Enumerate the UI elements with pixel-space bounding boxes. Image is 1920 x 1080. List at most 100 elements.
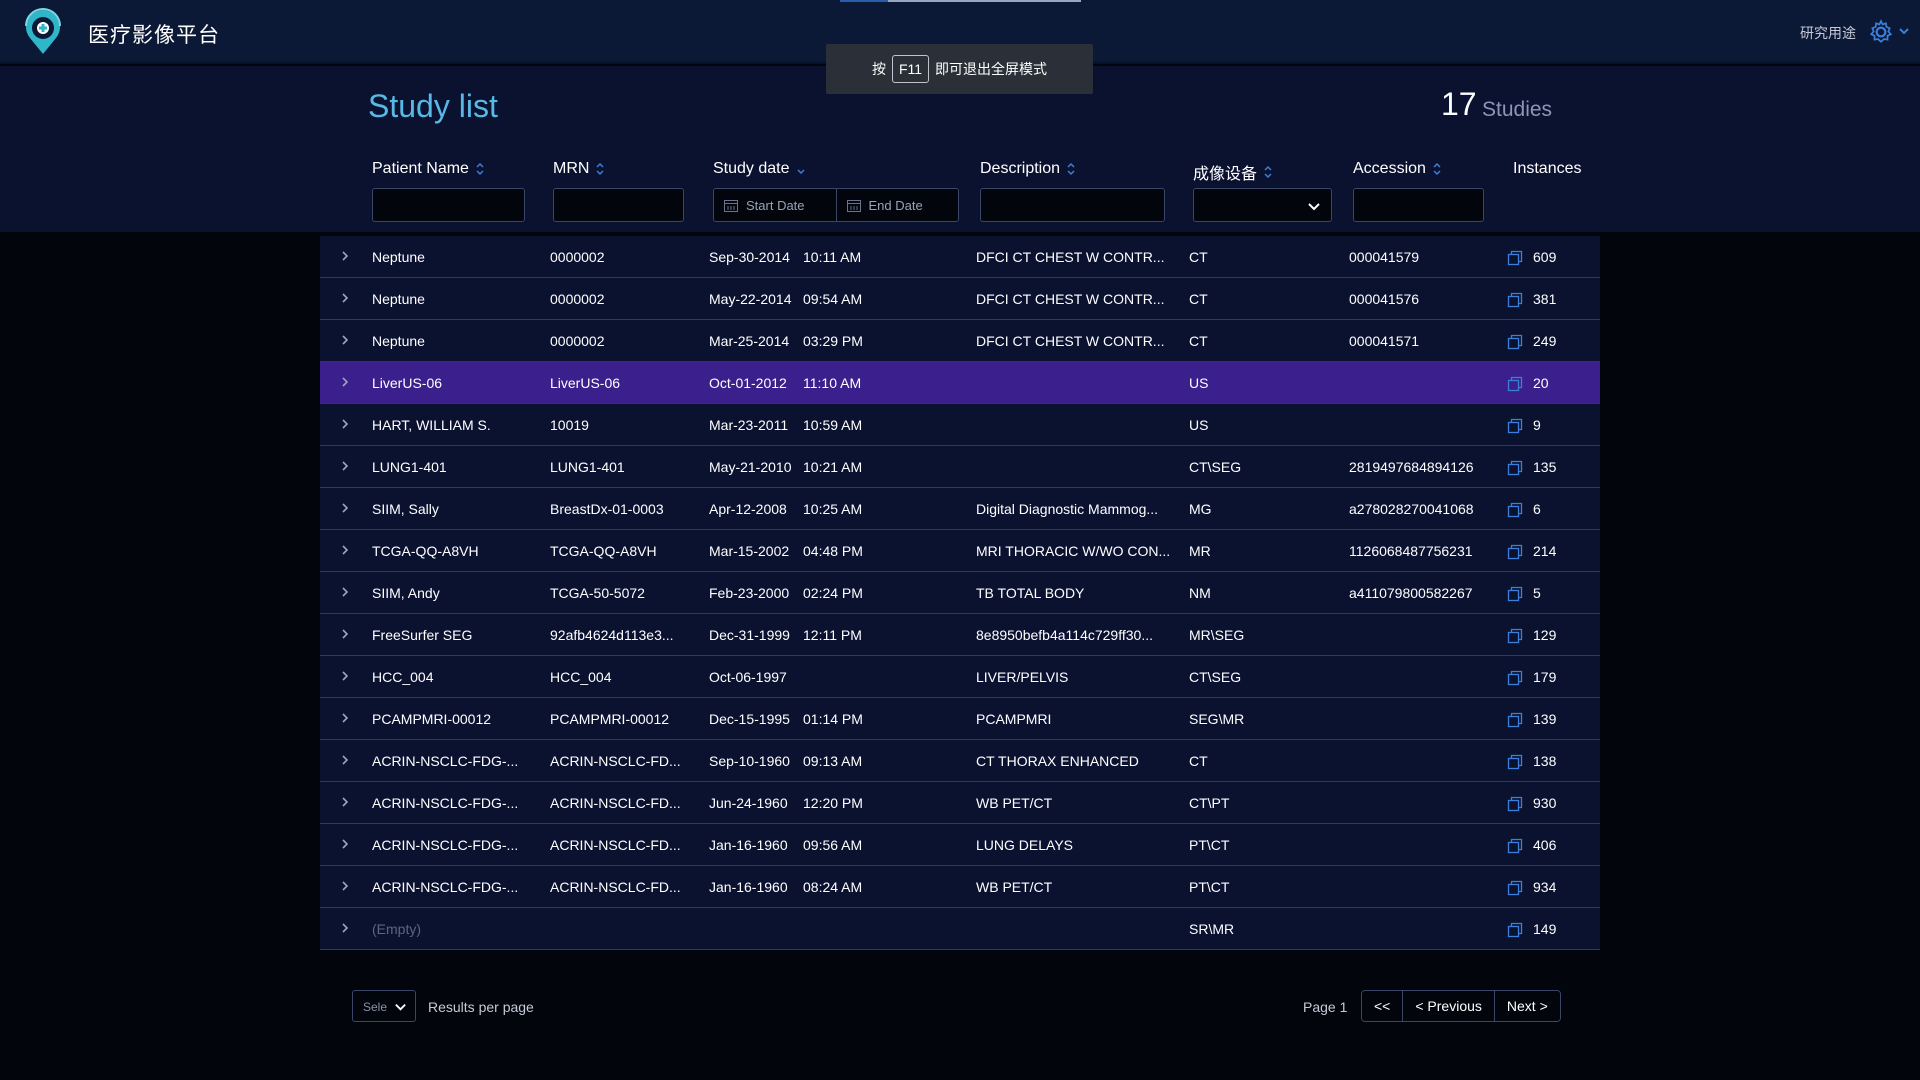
study-time-cell: 10:25 AM [803,501,863,517]
table-row[interactable]: SIIM, Sally BreastDx-01-0003 Apr-12-2008 10… [320,488,1600,530]
browser-tab-indicator-light [888,0,1081,2]
study-date-range-filter[interactable]: Start Date End Date [713,188,959,222]
description-cell: MRI THORACIC W/WO CON... [976,543,1171,559]
column-header-modality[interactable]: 成像设备 [1193,160,1273,184]
patient-name-cell: HCC_004 [372,669,434,685]
column-header-accession[interactable]: Accession [1353,160,1442,178]
instances-cell: 129 [1533,627,1557,643]
study-time-cell: 11:10 AM [803,375,862,391]
table-row[interactable]: Neptune 0000002 Mar-25-2014 03:29 PM DFCI CT… [320,320,1600,362]
table-row[interactable]: ACRIN-NSCLC-FDG-... ACRIN-NSCLC-FD... Jan-… [320,866,1600,908]
modality-cell: US [1189,417,1209,433]
gear-icon[interactable] [1868,19,1894,45]
accession-cell: a411079800582267 [1349,585,1473,601]
chevron-right-icon[interactable] [338,711,352,725]
logo-icon[interactable] [18,8,68,56]
table-row[interactable]: TCGA-QQ-A8VH TCGA-QQ-A8VH Mar-15-2002 04:48… [320,530,1600,572]
chevron-down-icon [1308,203,1320,211]
modality-cell: CT [1189,291,1208,307]
table-row[interactable]: ACRIN-NSCLC-FDG-... ACRIN-NSCLC-FD... Jun-… [320,782,1600,824]
table-row[interactable]: (Empty) SR\MR 149 [320,908,1600,950]
chevron-right-icon[interactable] [338,669,352,683]
instances-icon [1507,544,1523,560]
chevron-right-icon[interactable] [338,375,352,389]
study-table: Neptune 0000002 Sep-30-2014 10:11 AM DFCI CT… [320,236,1600,950]
study-time-cell: 10:21 AM [803,459,863,475]
chevron-right-icon[interactable] [338,543,352,557]
modality-filter-select[interactable] [1193,188,1332,222]
previous-page-button[interactable]: < Previous [1402,991,1494,1021]
chevron-right-icon[interactable] [338,585,352,599]
sort-icon [476,162,484,176]
study-date-cell: Jun-24-1960 [709,795,788,811]
study-date-cell: Dec-15-1995 [709,711,790,727]
chevron-right-icon[interactable] [338,333,352,347]
next-page-button[interactable]: Next > [1493,991,1560,1021]
table-row[interactable]: Neptune 0000002 May-22-2014 09:54 AM DFCI CT… [320,278,1600,320]
column-header-study-date[interactable]: Study date [713,160,806,178]
instances-icon [1507,586,1523,602]
end-date-field[interactable]: End Date [835,189,959,221]
table-row[interactable]: Neptune 0000002 Sep-30-2014 10:11 AM DFCI CT… [320,236,1600,278]
patient-name-cell: (Empty) [372,921,421,937]
table-row[interactable]: ACRIN-NSCLC-FDG-... ACRIN-NSCLC-FD... Sep-… [320,740,1600,782]
results-per-page-select[interactable]: Sele [352,990,416,1022]
study-date-cell: Jan-16-1960 [709,879,788,895]
instances-icon [1507,502,1523,518]
accession-filter[interactable] [1353,188,1484,222]
study-date-cell: Oct-06-1997 [709,669,787,685]
instances-cell: 214 [1533,543,1557,559]
research-use-label: 研究用途 [1800,25,1856,41]
modality-cell: PT\CT [1189,837,1230,853]
column-header-patient-name[interactable]: Patient Name [372,160,485,178]
accession-cell: 2819497684894126 [1349,459,1474,475]
column-header-description[interactable]: Description [980,160,1076,178]
mrn-cell: 0000002 [550,333,605,349]
table-row[interactable]: ACRIN-NSCLC-FDG-... ACRIN-NSCLC-FD... Jan-… [320,824,1600,866]
mrn-filter[interactable] [553,188,684,222]
instances-icon [1507,670,1523,686]
chevron-down-icon[interactable] [1897,24,1911,38]
table-row[interactable]: FreeSurfer SEG 92afb4624d113e3... Dec-31-1… [320,614,1600,656]
chevron-right-icon[interactable] [338,795,352,809]
description-cell: Digital Diagnostic Mammog... [976,501,1159,517]
chevron-right-icon[interactable] [338,837,352,851]
instances-cell: 406 [1533,837,1557,853]
patient-name-cell: PCAMPMRI-00012 [372,711,492,727]
instances-icon [1507,460,1523,476]
chevron-right-icon[interactable] [338,417,352,431]
sort-descending-icon [796,169,805,175]
patient-name-cell: LUNG1-401 [372,459,447,475]
browser-tab-indicator [840,0,888,2]
table-row[interactable]: HART, WILLIAM S. 10019 Mar-23-2011 10:59 AM… [320,404,1600,446]
table-row[interactable]: HCC_004 HCC_004 Oct-06-1997 LIVER/PELVIS CT\… [320,656,1600,698]
table-row[interactable]: SIIM, Andy TCGA-50-5072 Feb-23-2000 02:24 P… [320,572,1600,614]
table-row[interactable]: PCAMPMRI-00012 PCAMPMRI-00012 Dec-15-1995 0… [320,698,1600,740]
description-filter[interactable] [980,188,1165,222]
chevron-right-icon[interactable] [338,501,352,515]
chevron-right-icon[interactable] [338,627,352,641]
table-row[interactable]: LiverUS-06 LiverUS-06 Oct-01-2012 11:10 AM U… [320,362,1600,404]
instances-cell: 249 [1533,333,1557,349]
column-label: MRN [553,160,590,177]
start-date-field[interactable]: Start Date [714,189,836,221]
table-row[interactable]: LUNG1-401 LUNG1-401 May-21-2010 10:21 AM CT\… [320,446,1600,488]
chevron-right-icon[interactable] [338,753,352,767]
chevron-right-icon[interactable] [338,459,352,473]
first-page-button[interactable]: << [1362,991,1403,1021]
column-label: Study date [713,160,790,177]
patient-name-filter[interactable] [372,188,525,222]
instances-icon [1507,922,1523,938]
modality-cell: MR [1189,543,1211,559]
page-title: Study list [368,88,498,124]
chevron-right-icon[interactable] [338,249,352,263]
chevron-right-icon[interactable] [338,291,352,305]
instances-icon [1507,292,1523,308]
chevron-right-icon[interactable] [338,879,352,893]
column-header-mrn[interactable]: MRN [553,160,605,178]
chevron-right-icon[interactable] [338,921,352,935]
instances-cell: 20 [1533,375,1549,391]
mrn-cell: LUNG1-401 [550,459,625,475]
results-per-page-label: Results per page [428,999,534,1015]
instances-cell: 934 [1533,879,1557,895]
